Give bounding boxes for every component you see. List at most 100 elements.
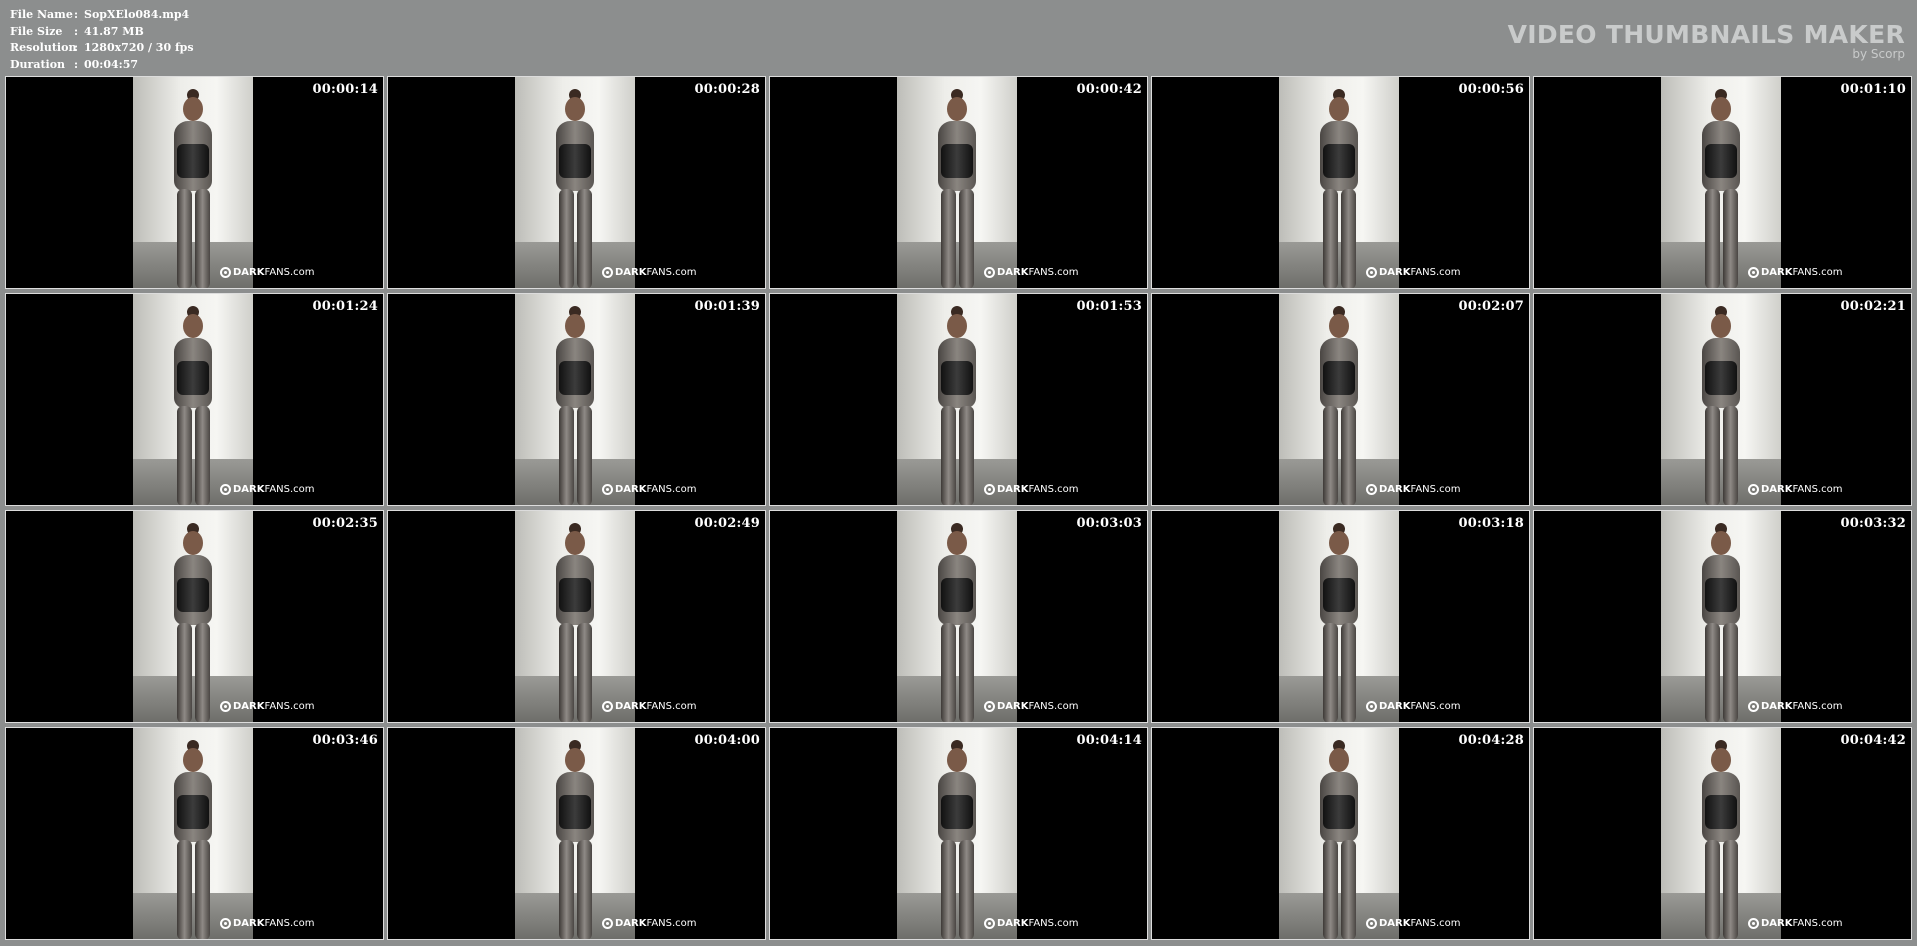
file-info-row: File Size : 41.87 MB — [10, 24, 194, 41]
thumbnail-timestamp: 00:02:35 — [312, 516, 378, 531]
figure-silhouette — [1693, 89, 1751, 288]
video-frame-image — [515, 294, 635, 505]
darkfans-logo-icon — [984, 701, 995, 712]
video-thumbnail[interactable]: 00:00:14 DARK FANS.com — [6, 77, 383, 288]
thumbnail-timestamp: 00:02:21 — [1840, 299, 1906, 314]
darkfans-watermark: DARK FANS.com — [220, 267, 315, 278]
video-thumbnail[interactable]: 00:02:07 DARK FANS.com — [1152, 294, 1529, 505]
thumbnail-timestamp: 00:04:42 — [1840, 733, 1906, 748]
thumbnail-timestamp: 00:04:14 — [1076, 733, 1142, 748]
figure-silhouette — [929, 523, 987, 722]
video-frame-image — [1661, 294, 1781, 505]
video-thumbnail[interactable]: 00:01:24 DARK FANS.com — [6, 294, 383, 505]
darkfans-logo-icon — [984, 918, 995, 929]
file-info-label: Resolution — [10, 41, 77, 54]
video-thumbnail[interactable]: 00:02:35 DARK FANS.com — [6, 511, 383, 722]
video-frame-image — [133, 728, 253, 939]
video-thumbnail[interactable]: 00:03:46 DARK FANS.com — [6, 728, 383, 939]
video-frame-image — [1661, 511, 1781, 722]
thumbnail-timestamp: 00:02:49 — [694, 516, 760, 531]
video-frame-image — [515, 728, 635, 939]
thumbnail-timestamp: 00:03:18 — [1458, 516, 1524, 531]
video-frame-image — [1279, 77, 1399, 288]
thumbnail-grid: 00:00:14 DARK FANS.com 00:00:28 DARK FANS.com… — [6, 77, 1911, 939]
darkfans-logo-icon — [984, 267, 995, 278]
video-thumbnail[interactable]: 00:01:39 DARK FANS.com — [388, 294, 765, 505]
figure-silhouette — [929, 306, 987, 505]
darkfans-watermark: DARK FANS.com — [1748, 267, 1843, 278]
thumbnail-timestamp: 00:03:46 — [312, 733, 378, 748]
figure-silhouette — [1311, 523, 1369, 722]
video-frame-image — [133, 511, 253, 722]
file-info-value: 1280x720 / 30 fps — [84, 41, 194, 54]
darkfans-logo-icon — [1748, 267, 1759, 278]
file-info-panel: File Name : SopXElo084.mp4 File Size : 4… — [10, 7, 194, 73]
figure-silhouette — [929, 89, 987, 288]
video-thumbnail[interactable]: 00:04:28 DARK FANS.com — [1152, 728, 1529, 939]
brand-subtitle: by Scorp — [1852, 47, 1905, 61]
figure-silhouette — [165, 306, 223, 505]
figure-silhouette — [929, 740, 987, 939]
darkfans-logo-icon — [1748, 484, 1759, 495]
file-info-value: 41.87 MB — [84, 24, 144, 38]
thumbnail-timestamp: 00:00:28 — [694, 82, 760, 97]
darkfans-watermark: DARK FANS.com — [984, 484, 1079, 495]
darkfans-watermark: DARK FANS.com — [1366, 918, 1461, 929]
darkfans-watermark: DARK FANS.com — [602, 484, 697, 495]
video-thumbnail[interactable]: 00:00:56 DARK FANS.com — [1152, 77, 1529, 288]
thumbnail-timestamp: 00:00:56 — [1458, 82, 1524, 97]
figure-silhouette — [547, 306, 605, 505]
file-info-label: File Name — [10, 8, 73, 21]
video-frame-image — [897, 511, 1017, 722]
file-info-row: Resolution : 1280x720 / 30 fps — [10, 40, 194, 57]
darkfans-logo-icon — [1366, 701, 1377, 712]
figure-silhouette — [165, 740, 223, 939]
darkfans-watermark: DARK FANS.com — [602, 267, 697, 278]
figure-silhouette — [1693, 740, 1751, 939]
darkfans-watermark: DARK FANS.com — [220, 701, 315, 712]
darkfans-logo-icon — [602, 484, 613, 495]
video-thumbnail[interactable]: 00:03:18 DARK FANS.com — [1152, 511, 1529, 722]
brand-watermark: VIDEO THUMBNAILS MAKER by Scorp — [1508, 22, 1905, 61]
darkfans-logo-icon — [1748, 918, 1759, 929]
darkfans-watermark: DARK FANS.com — [1748, 918, 1843, 929]
video-thumbnail[interactable]: 00:04:14 DARK FANS.com — [770, 728, 1147, 939]
darkfans-logo-icon — [220, 701, 231, 712]
darkfans-watermark: DARK FANS.com — [984, 918, 1079, 929]
video-frame-image — [515, 77, 635, 288]
file-info-value: 00:04:57 — [84, 57, 139, 71]
video-thumbnail[interactable]: 00:00:28 DARK FANS.com — [388, 77, 765, 288]
figure-silhouette — [547, 89, 605, 288]
video-thumbnail[interactable]: 00:01:10 DARK FANS.com — [1534, 77, 1911, 288]
video-frame-image — [133, 77, 253, 288]
darkfans-watermark: DARK FANS.com — [220, 918, 315, 929]
video-frame-image — [1279, 294, 1399, 505]
video-thumbnail[interactable]: 00:02:21 DARK FANS.com — [1534, 294, 1911, 505]
figure-silhouette — [547, 740, 605, 939]
video-frame-image — [897, 77, 1017, 288]
video-thumbnail[interactable]: 00:02:49 DARK FANS.com — [388, 511, 765, 722]
video-thumbnail[interactable]: 00:03:03 DARK FANS.com — [770, 511, 1147, 722]
thumbnail-timestamp: 00:01:39 — [694, 299, 760, 314]
video-thumbnail[interactable]: 00:04:42 DARK FANS.com — [1534, 728, 1911, 939]
figure-silhouette — [1693, 306, 1751, 505]
thumbnail-timestamp: 00:04:00 — [694, 733, 760, 748]
thumbnail-timestamp: 00:02:07 — [1458, 299, 1524, 314]
darkfans-logo-icon — [1366, 918, 1377, 929]
darkfans-logo-icon — [602, 701, 613, 712]
video-frame-image — [1279, 728, 1399, 939]
video-frame-image — [1661, 77, 1781, 288]
thumbnail-timestamp: 00:01:24 — [312, 299, 378, 314]
file-info-row: File Name : SopXElo084.mp4 — [10, 7, 194, 24]
video-thumbnail[interactable]: 00:00:42 DARK FANS.com — [770, 77, 1147, 288]
video-frame-image — [133, 294, 253, 505]
figure-silhouette — [1311, 306, 1369, 505]
thumbnail-timestamp: 00:03:03 — [1076, 516, 1142, 531]
video-thumbnail[interactable]: 00:03:32 DARK FANS.com — [1534, 511, 1911, 722]
darkfans-watermark: DARK FANS.com — [984, 267, 1079, 278]
video-thumbnail[interactable]: 00:01:53 DARK FANS.com — [770, 294, 1147, 505]
figure-silhouette — [1311, 89, 1369, 288]
video-thumbnail[interactable]: 00:04:00 DARK FANS.com — [388, 728, 765, 939]
darkfans-logo-icon — [602, 918, 613, 929]
darkfans-logo-icon — [220, 267, 231, 278]
